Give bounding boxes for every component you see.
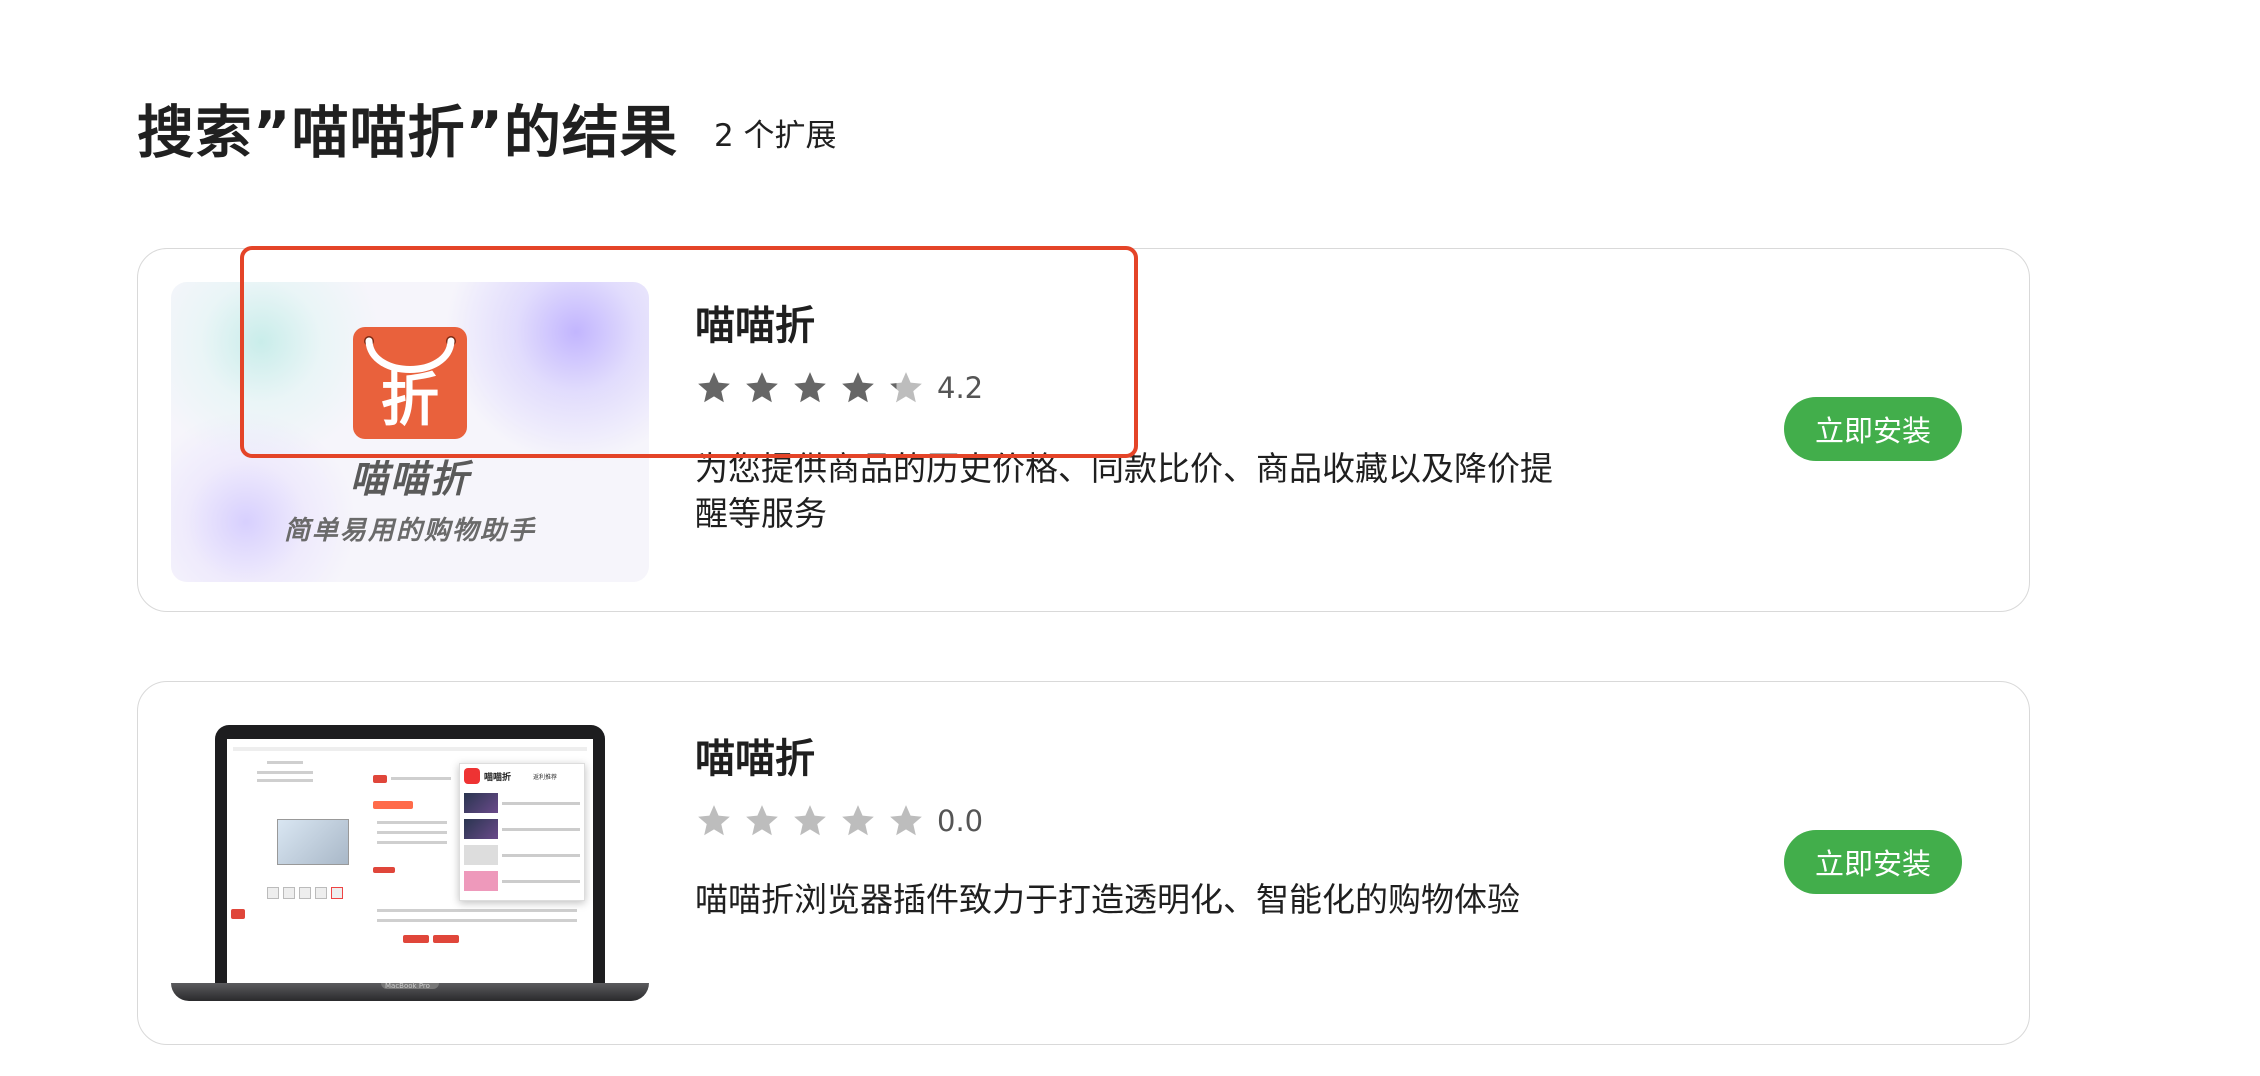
star-icon — [746, 372, 778, 403]
search-results-header: 搜索”喵喵折”的结果 2 个扩展 — [137, 88, 837, 168]
result-count: 2 个扩展 — [713, 117, 837, 154]
popup-tag: 返利推荐 — [533, 773, 558, 781]
extension-card-miaomiaozhe-2[interactable]: 喵喵折 返利推荐 MacBook Pro 喵喵折 0.0 喵喵折浏览器插件致力于… — [137, 681, 2030, 1045]
shopping-bag-icon — [464, 768, 480, 784]
laptop-screen: 喵喵折 返利推荐 — [227, 739, 593, 983]
install-button[interactable]: 立即安装 — [1784, 830, 1962, 894]
star-icon — [794, 372, 826, 403]
install-button[interactable]: 立即安装 — [1784, 397, 1962, 461]
star-rating — [695, 802, 935, 840]
rating-value: 4.2 — [937, 371, 984, 405]
rating-value: 0.0 — [937, 804, 984, 838]
extension-description: 为您提供商品的历史价格、同款比价、商品收藏以及降价提醒等服务 — [695, 449, 1553, 533]
star-rating — [695, 369, 935, 407]
extension-description: 喵喵折浏览器插件致力于打造透明化、智能化的购物体验 — [695, 880, 1520, 919]
popup-title: 喵喵折 — [484, 772, 512, 783]
star-icon — [698, 372, 730, 403]
extension-thumbnail: 折 喵喵折 简单易用的购物助手 — [171, 282, 649, 582]
extension-thumbnail: 喵喵折 返利推荐 MacBook Pro — [171, 715, 649, 1015]
star-icon — [794, 805, 826, 836]
star-icon — [842, 372, 874, 403]
star-icon — [890, 805, 922, 836]
extension-name[interactable]: 喵喵折 — [695, 293, 815, 351]
star-icon — [746, 805, 778, 836]
star-icon — [698, 805, 730, 836]
page-title: 搜索”喵喵折”的结果 — [137, 100, 678, 166]
shopping-bag-icon: 折 — [353, 327, 467, 439]
laptop-brand: MacBook Pro — [385, 982, 430, 990]
laptop-icon: 喵喵折 返利推荐 — [215, 725, 605, 983]
rating-row: 4.2 — [695, 365, 983, 411]
rating-row: 0.0 — [695, 798, 983, 844]
extension-name[interactable]: 喵喵折 — [695, 726, 815, 784]
star-icon — [890, 372, 922, 403]
extension-popup-preview: 喵喵折 返利推荐 — [459, 763, 585, 901]
extension-card-miaomiaozhe-1[interactable]: 折 喵喵折 简单易用的购物助手 喵喵折 4.2 为您提供商品的历史价格、同款比价… — [137, 248, 2030, 612]
star-icon — [842, 805, 874, 836]
thumbnail-title: 喵喵折 — [349, 457, 470, 501]
thumbnail-subtitle: 简单易用的购物助手 — [283, 516, 536, 546]
